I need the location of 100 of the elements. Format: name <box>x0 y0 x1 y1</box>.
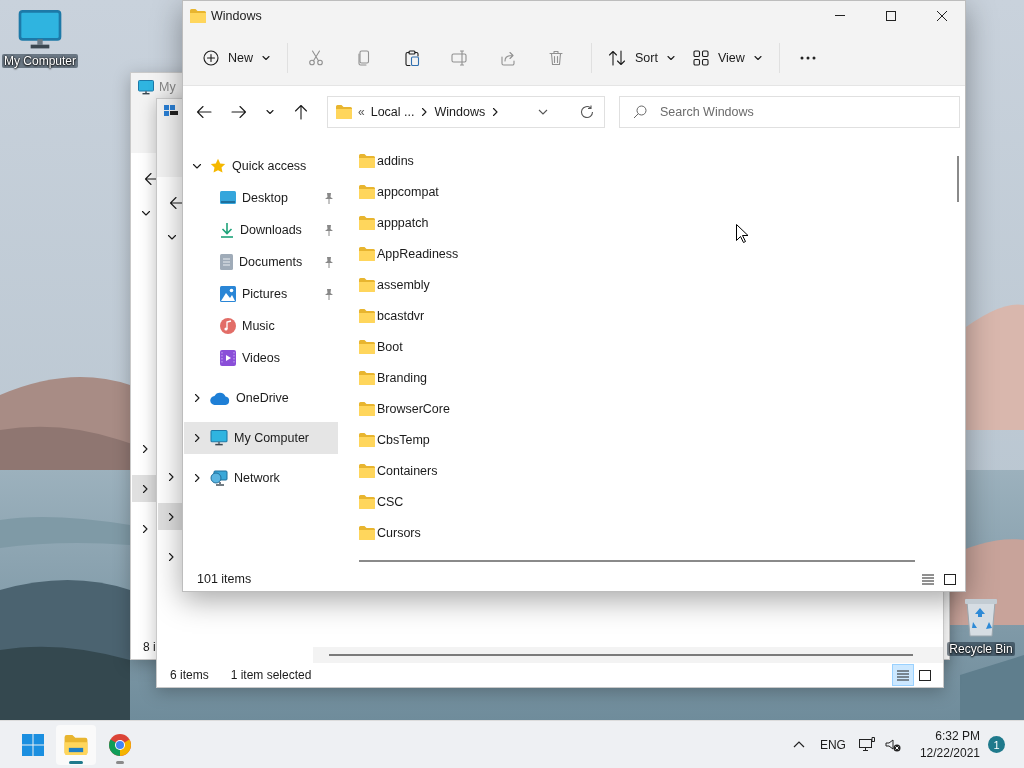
monitor-icon <box>138 79 154 95</box>
folder-icon <box>359 432 375 447</box>
status-text: 6 items <box>170 668 209 682</box>
caret-icon <box>753 54 762 61</box>
taskbar-app-button[interactable] <box>56 724 96 765</box>
trash-icon <box>549 49 563 66</box>
sidebar-item[interactable]: Music <box>184 310 338 342</box>
window-title: My <box>159 80 176 94</box>
rename-icon <box>451 49 469 66</box>
clock[interactable]: 6:32 PM 12/22/2021 <box>919 727 980 762</box>
screen-icon <box>220 191 236 205</box>
chevron-right-icon <box>166 471 175 482</box>
sidebar-item[interactable]: Downloads <box>184 214 338 246</box>
back-arrow-icon <box>169 196 185 210</box>
folder-icon <box>359 246 375 261</box>
window-title: Windows <box>211 8 263 23</box>
folder-item[interactable]: Branding <box>359 362 434 393</box>
folder-icon <box>359 215 375 230</box>
clipboard-icon <box>404 49 420 66</box>
forward-arrow-icon <box>231 105 247 119</box>
up-arrow-icon <box>294 104 308 120</box>
sidebar-item[interactable]: Network <box>184 462 338 494</box>
notification-badge[interactable]: 1 <box>988 736 1005 753</box>
maximize-icon <box>886 10 896 21</box>
folder-item[interactable]: apppatch <box>359 207 435 238</box>
document-icon <box>220 254 233 270</box>
copy-icon <box>356 49 372 66</box>
folder-item[interactable]: addins <box>359 145 420 176</box>
sidebar-item[interactable]: Pictures <box>184 278 338 310</box>
search-icon <box>633 105 647 119</box>
folder-icon <box>359 494 375 509</box>
sidebar-item[interactable]: Videos <box>184 342 338 374</box>
search-field[interactable]: Search Windows <box>619 96 960 128</box>
folder-item[interactable]: bcastdvr <box>359 300 431 331</box>
caret-icon <box>262 54 270 61</box>
close-icon <box>937 10 947 21</box>
chevron-down-icon <box>192 162 202 170</box>
browser-icon <box>108 732 132 757</box>
folder-icon <box>359 525 375 540</box>
chevron-right-icon <box>140 523 149 534</box>
chevron-right-icon <box>166 511 175 522</box>
folder-icon <box>359 184 375 199</box>
chevron-right-icon <box>140 443 149 454</box>
folder-icon <box>359 401 375 416</box>
sidebar-item[interactable]: My Computer <box>184 422 338 454</box>
download-icon <box>220 222 234 238</box>
folder-item[interactable]: CSC <box>359 486 410 517</box>
sidebar-row[interactable] <box>158 503 183 530</box>
chevron-right-icon <box>420 107 429 117</box>
network-icon <box>210 469 228 487</box>
address-bar[interactable]: « Local ... Windows <box>327 96 605 128</box>
status-text: 101 items <box>197 572 253 586</box>
horizontal-scrollbar[interactable] <box>313 647 943 663</box>
sort-icon <box>608 49 626 66</box>
recycle-bin-icon <box>963 596 999 638</box>
folder-icon <box>190 8 206 23</box>
folder-item[interactable]: Boot <box>359 331 409 362</box>
sidebar-row[interactable] <box>132 475 157 502</box>
plus-circle-icon <box>203 49 219 66</box>
desktop-icon-label[interactable]: My Computer <box>2 54 78 68</box>
breadcrumb[interactable]: Windows <box>434 105 486 119</box>
folder-item[interactable]: AppReadiness <box>359 238 465 269</box>
pin-icon <box>324 224 334 236</box>
refresh-icon <box>580 105 594 119</box>
chevron-up-icon <box>792 741 805 748</box>
grid-icon <box>692 49 709 66</box>
folder-item[interactable]: BrowserCore <box>359 393 456 424</box>
folder-icon <box>64 734 88 755</box>
chevron-right-icon <box>491 107 500 117</box>
share-icon <box>500 49 516 66</box>
language-indicator[interactable]: ENG <box>819 737 846 752</box>
pin-icon <box>324 256 334 268</box>
more-icon <box>799 55 816 60</box>
chevron-down-icon <box>538 109 548 115</box>
app-icon <box>164 105 178 117</box>
new-button[interactable]: New <box>195 40 280 75</box>
monitor-icon <box>18 10 62 50</box>
sidebar-item[interactable]: Quick access <box>184 150 338 182</box>
windows-logo-icon <box>22 733 44 756</box>
sidebar-item[interactable]: OneDrive <box>184 382 338 414</box>
folder-item[interactable]: CbsTemp <box>359 424 436 455</box>
folder-icon <box>359 277 375 292</box>
cloud-icon <box>210 391 230 405</box>
star-icon <box>210 158 226 174</box>
overflow-chevron[interactable]: « <box>358 105 365 119</box>
view-button[interactable]: View <box>684 40 772 75</box>
back-arrow-icon <box>196 105 212 119</box>
scissors-icon <box>308 49 324 66</box>
list-icon <box>897 669 909 681</box>
breadcrumb[interactable]: Local ... <box>370 105 415 119</box>
folder-item[interactable]: appcompat <box>359 176 445 207</box>
sidebar-item[interactable]: Documents <box>184 246 338 278</box>
folder-item[interactable]: Containers <box>359 455 444 486</box>
chevron-down-icon <box>141 209 151 217</box>
sort-button[interactable]: Sort <box>600 40 685 75</box>
sidebar-item[interactable]: Desktop <box>184 182 338 214</box>
chevron-right-icon <box>193 473 201 483</box>
folder-item[interactable]: Cursors <box>359 517 427 548</box>
minimize-icon <box>835 15 845 16</box>
folder-item[interactable]: assembly <box>359 269 436 300</box>
